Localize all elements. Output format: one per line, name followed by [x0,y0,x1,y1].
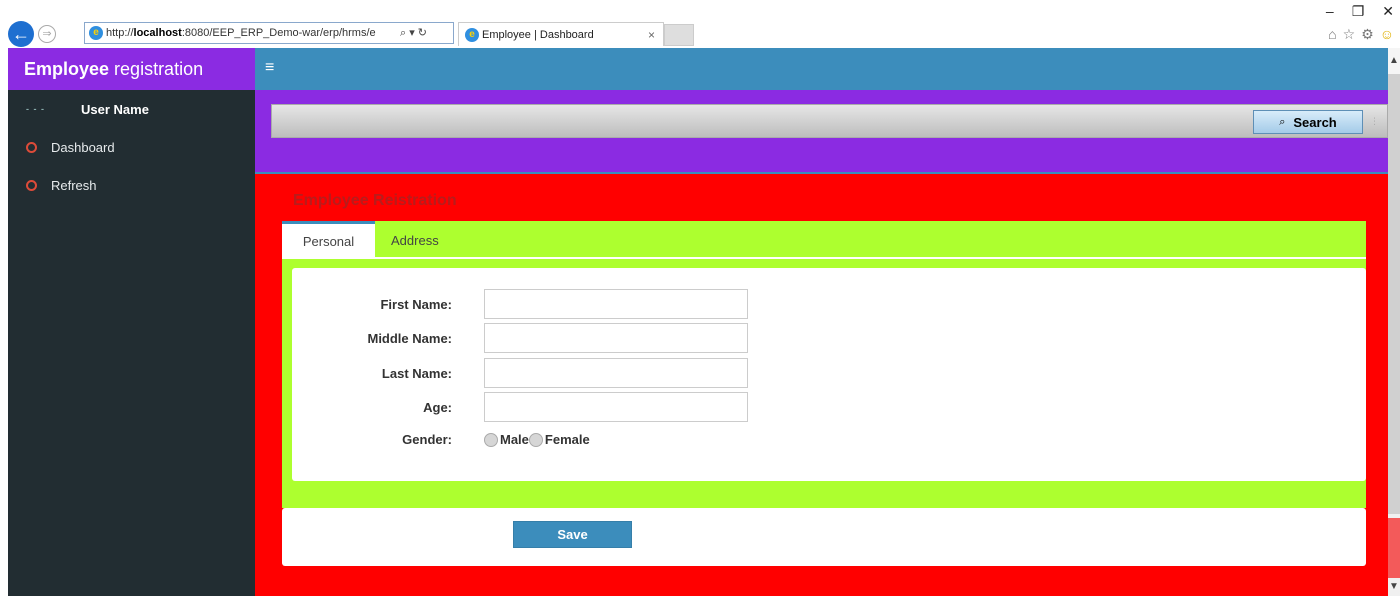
search-button[interactable]: ⌕ Search [1253,110,1363,134]
address-bar[interactable]: e http://localhost:8080/EEP_ERP_Demo-war… [84,22,454,44]
middle-name-row: Middle Name: [292,323,748,353]
last-name-row: Last Name: [292,358,748,388]
new-tab-button[interactable] [664,24,694,46]
female-label[interactable]: Female [545,432,590,447]
scrollbar[interactable]: ▲ ▼ [1388,48,1400,596]
window-controls: – ❐ ✕ [1326,3,1394,20]
search-toolbar: ⌕ Search ⋮ [271,104,1388,138]
address-url: http://localhost:8080/EEP_ERP_Demo-war/e… [106,27,376,39]
first-name-input[interactable] [484,289,748,319]
form-tabs: Personal Address [282,221,1366,259]
top-navbar: ≡ [255,48,1388,90]
first-name-label: First Name: [380,296,452,312]
middle-name-input[interactable] [484,323,748,353]
sidebar-item-label: Refresh [51,177,97,193]
restore-icon[interactable]: ❐ [1352,3,1365,20]
ie-icon: e [89,26,103,40]
sidebar-item-label: Dashboard [51,139,115,155]
brand-logo[interactable]: Employee registration [8,48,255,90]
tab-personal[interactable]: Personal [282,221,375,259]
form-panel: Personal Address First Name: Middle Name… [282,221,1366,508]
tab-close-icon[interactable]: × [648,28,655,42]
toolbar-grip-icon: ⋮ [1370,116,1379,126]
last-name-input[interactable] [484,358,748,388]
sidebar: Employee registration - - - User Name Da… [8,48,255,596]
form-footer: Save [282,508,1366,566]
close-window-icon[interactable]: ✕ [1382,3,1394,20]
search-button-label: Search [1293,114,1337,130]
search-icon: ⌕ [1279,115,1286,128]
circle-icon [26,179,37,191]
tab-title: Employee | Dashboard [482,28,594,41]
brand-rest-text: registration [109,59,204,79]
female-radio[interactable] [528,432,543,447]
content-area: Employee Reistration Personal Address Fi… [255,174,1388,596]
user-avatar-icon: - - - [26,104,45,114]
personal-form: First Name: Middle Name: Last Name: Age:… [292,268,1366,481]
sidebar-item-refresh[interactable]: Refresh [8,166,255,204]
sidebar-item-dashboard[interactable]: Dashboard [8,128,255,166]
address-tools-icon[interactable]: ⌕ ▾ ↻ [400,26,427,40]
last-name-label: Last Name: [381,365,452,381]
first-name-row: First Name: [292,289,748,319]
browser-tab[interactable]: e Employee | Dashboard × [458,22,664,46]
brand-bold-text: Employee [24,59,110,79]
user-name: User Name [81,101,149,117]
forward-arrow-icon[interactable]: ⇒ [38,25,56,43]
home-icon[interactable]: ⌂ [1328,26,1336,43]
scroll-thumb[interactable] [1388,74,1400,514]
star-icon[interactable]: ☆ [1343,26,1356,43]
middle-name-label: Middle Name: [367,330,452,346]
search-area: ⌕ Search ⋮ [255,90,1388,174]
smiley-icon[interactable]: ☺ [1380,26,1394,43]
page-title: Employee Reistration [293,192,457,209]
scroll-down-icon[interactable]: ▼ [1388,578,1400,596]
age-input[interactable] [484,392,748,422]
hamburger-menu-icon[interactable]: ≡ [265,60,274,76]
scroll-track-highlight [1388,518,1400,578]
minimize-icon[interactable]: – [1326,3,1334,20]
back-arrow-icon[interactable]: ← [8,21,34,47]
age-label: Age: [423,399,452,415]
male-label[interactable]: Male [500,432,529,447]
male-radio[interactable] [484,432,498,447]
browser-chrome: ← ⇒ e http://localhost:8080/EEP_ERP_Demo… [0,0,1400,48]
gender-row: Gender: Male Female [292,432,590,447]
gender-label: Gender: [402,432,452,447]
circle-icon [26,141,37,153]
gear-icon[interactable]: ⚙ [1361,26,1374,43]
tab-address[interactable]: Address [375,221,455,259]
age-row: Age: [292,392,748,422]
user-panel: - - - User Name [8,90,255,128]
gender-radio-group: Male Female [484,432,590,447]
save-button[interactable]: Save [513,521,632,548]
tab-ie-icon: e [465,27,479,42]
scroll-up-icon[interactable]: ▲ [1388,48,1400,74]
browser-toolbar-icons: ⌂ ☆ ⚙ ☺ [1328,26,1394,43]
